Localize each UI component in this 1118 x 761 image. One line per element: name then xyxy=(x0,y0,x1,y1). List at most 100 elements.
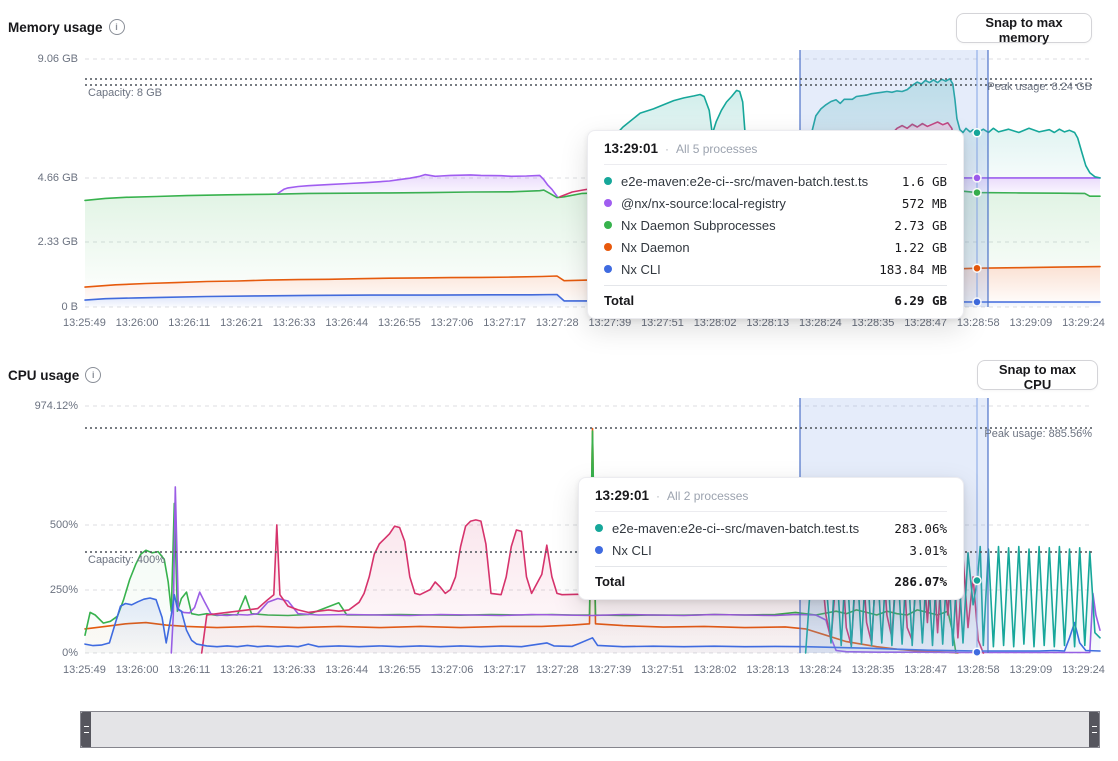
grip-icon xyxy=(84,726,89,733)
series-color-dot xyxy=(595,524,603,532)
memory-panel-header: Memory usage i xyxy=(8,19,125,35)
tooltip-rows: e2e-maven:e2e-ci--src/maven-batch.test.t… xyxy=(604,165,947,280)
process-value: 183.84 MB xyxy=(879,262,947,277)
x-axis-label: 13:26:21 xyxy=(220,317,263,329)
x-axis-label: 13:29:09 xyxy=(1009,664,1052,676)
tooltip-row: @nx/nx-source:local-registry572 MB xyxy=(604,192,947,214)
tooltip-total-value: 6.29 GB xyxy=(894,293,947,308)
cpu-usage-title: CPU usage xyxy=(8,368,79,383)
tooltip-header: 13:29:01 · All 5 processes xyxy=(604,141,947,165)
x-axis-label: 13:27:17 xyxy=(483,317,526,329)
x-axis-label: 13:27:06 xyxy=(431,664,474,676)
y-axis-tick-label: 9.06 GB xyxy=(0,53,78,65)
y-axis-tick-label: 250% xyxy=(0,584,78,596)
series-color-dot xyxy=(604,177,612,185)
x-axis-label: 13:27:28 xyxy=(536,317,579,329)
tooltip-process-count: All 5 processes xyxy=(676,142,757,156)
process-value: 3.01% xyxy=(909,543,947,558)
x-axis-label: 13:26:44 xyxy=(325,664,368,676)
series-color-dot xyxy=(604,199,612,207)
x-axis-label: 13:26:55 xyxy=(378,317,421,329)
x-axis-label: 13:28:58 xyxy=(957,317,1000,329)
process-name: Nx Daemon xyxy=(621,240,885,255)
x-axis-label: 13:28:24 xyxy=(799,664,842,676)
y-axis-tick-label: 500% xyxy=(0,519,78,531)
tooltip-row: Nx CLI 3.01% xyxy=(595,539,947,561)
process-name: @nx/nx-source:local-registry xyxy=(621,196,893,211)
x-axis-label: 13:26:21 xyxy=(220,664,263,676)
brush-handle-left[interactable] xyxy=(81,712,91,747)
x-axis-label: 13:28:47 xyxy=(904,664,947,676)
tooltip-separator: · xyxy=(656,489,660,503)
process-value: 1.6 GB xyxy=(902,174,947,189)
info-icon[interactable]: i xyxy=(109,19,125,35)
y-axis-tick-label: 0% xyxy=(0,647,78,659)
y-axis-tick-label: 974.12% xyxy=(0,400,78,412)
x-axis-label: 13:26:00 xyxy=(116,664,159,676)
process-name: Nx CLI xyxy=(612,543,900,558)
tooltip-header: 13:29:01 · All 2 processes xyxy=(595,488,947,512)
x-axis-label: 13:25:49 xyxy=(63,664,106,676)
x-axis-label: 13:27:06 xyxy=(431,317,474,329)
process-name: Nx CLI xyxy=(621,262,870,277)
x-axis-label: 13:26:44 xyxy=(325,317,368,329)
tooltip-separator: · xyxy=(665,142,669,156)
cpu-x-axis: 13:25:49 13:26:00 13:26:11 13:26:21 13:26:33… xyxy=(63,664,1105,676)
tooltip-row: Nx CLI 183.84 MB xyxy=(604,258,947,280)
x-axis-label: 13:27:28 xyxy=(536,664,579,676)
tooltip-row: Nx Daemon Subprocesses 2.73 GB xyxy=(604,214,947,236)
x-axis-label: 13:28:58 xyxy=(957,664,1000,676)
x-axis-label: 13:26:11 xyxy=(168,664,210,676)
brush-handle-right[interactable] xyxy=(1089,712,1099,747)
snap-to-max-memory-button[interactable]: Snap to max memory xyxy=(956,13,1092,43)
process-name: Nx Daemon Subprocesses xyxy=(621,218,885,233)
process-value: 283.06% xyxy=(894,521,947,536)
x-axis-label: 13:26:11 xyxy=(168,317,210,329)
tooltip-total-row: Total 286.07% xyxy=(595,566,947,589)
cpu-panel-header: CPU usage i xyxy=(8,367,101,383)
tooltip-rows: e2e-maven:e2e-ci--src/maven-batch.test.t… xyxy=(595,512,947,561)
y-axis-tick-label: 4.66 GB xyxy=(0,172,78,184)
x-axis-label: 13:27:17 xyxy=(483,664,526,676)
x-axis-label: 13:29:24 xyxy=(1062,317,1105,329)
series-color-dot xyxy=(595,546,603,554)
cpu-tooltip: 13:29:01 · All 2 processes e2e-maven:e2e… xyxy=(578,477,964,600)
snap-to-max-cpu-button[interactable]: Snap to max CPU xyxy=(977,360,1098,390)
nx-profiler-page: Memory usage i Snap to max memory 9.06 G… xyxy=(0,0,1118,761)
series-color-dot xyxy=(604,243,612,251)
process-value: 1.22 GB xyxy=(894,240,947,255)
x-axis-label: 13:29:24 xyxy=(1062,664,1105,676)
x-axis-label: 13:28:13 xyxy=(746,664,789,676)
info-icon[interactable]: i xyxy=(85,367,101,383)
x-axis-label: 13:27:39 xyxy=(588,664,631,676)
memory-usage-title: Memory usage xyxy=(8,20,103,35)
memory-tooltip: 13:29:01 · All 5 processes e2e-maven:e2e… xyxy=(587,130,964,319)
x-axis-label: 13:28:02 xyxy=(694,664,737,676)
x-axis-label: 13:26:00 xyxy=(116,317,159,329)
process-name: e2e-maven:e2e-ci--src/maven-batch.test.t… xyxy=(621,174,893,189)
tooltip-total-label: Total xyxy=(604,293,894,308)
tooltip-total-row: Total 6.29 GB xyxy=(604,285,947,308)
series-color-dot xyxy=(604,221,612,229)
tooltip-total-label: Total xyxy=(595,574,894,589)
tooltip-total-value: 286.07% xyxy=(894,574,947,589)
tooltip-time: 13:29:01 xyxy=(595,488,649,503)
x-axis-label: 13:26:33 xyxy=(273,317,316,329)
series-color-dot xyxy=(604,265,612,273)
process-name: e2e-maven:e2e-ci--src/maven-batch.test.t… xyxy=(612,521,885,536)
x-axis-label: 13:27:51 xyxy=(641,664,684,676)
x-axis-label: 13:25:49 xyxy=(63,317,106,329)
y-axis-tick-label: 0 B xyxy=(0,301,78,313)
process-value: 2.73 GB xyxy=(894,218,947,233)
timeline-brush-track[interactable] xyxy=(80,711,1100,748)
tooltip-row: e2e-maven:e2e-ci--src/maven-batch.test.t… xyxy=(595,517,947,539)
grip-icon xyxy=(1092,726,1097,733)
tooltip-row: e2e-maven:e2e-ci--src/maven-batch.test.t… xyxy=(604,170,947,192)
tooltip-time: 13:29:01 xyxy=(604,141,658,156)
y-axis-tick-label: 2.33 GB xyxy=(0,236,78,248)
tooltip-process-count: All 2 processes xyxy=(667,489,748,503)
x-axis-label: 13:26:33 xyxy=(273,664,316,676)
tooltip-row: Nx Daemon 1.22 GB xyxy=(604,236,947,258)
x-axis-label: 13:28:35 xyxy=(852,664,895,676)
x-axis-label: 13:29:09 xyxy=(1009,317,1052,329)
